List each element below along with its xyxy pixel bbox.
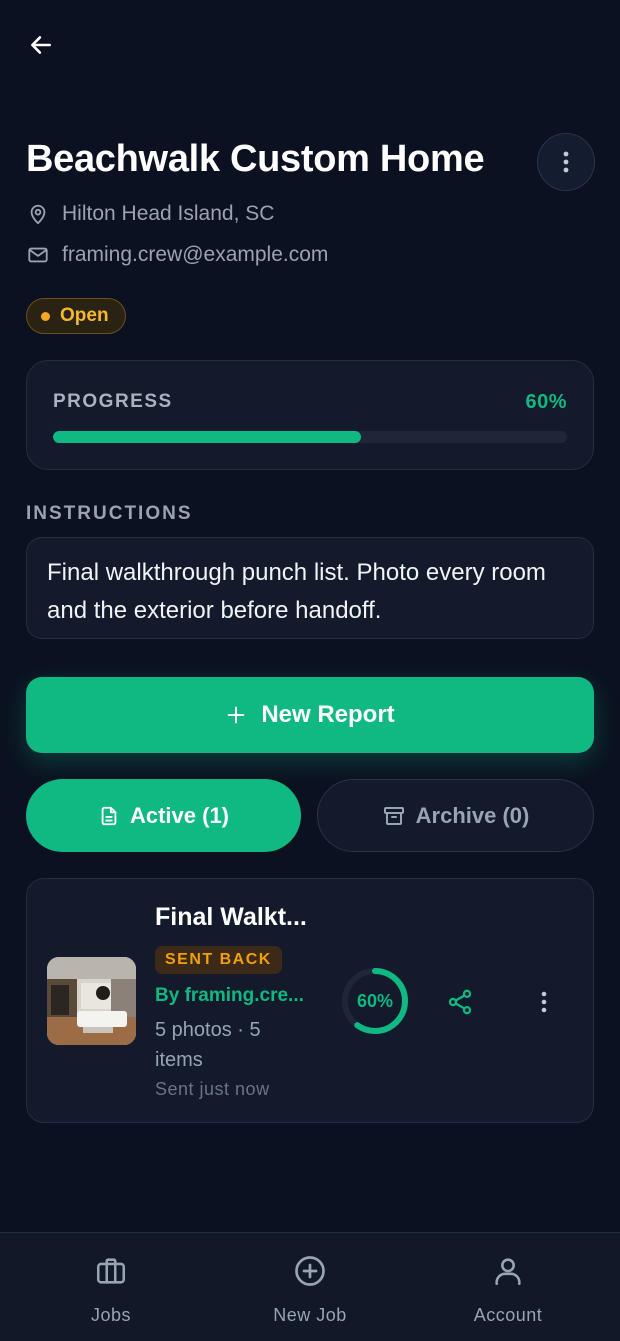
- arrow-left-icon: [31, 36, 51, 54]
- report-status-badge: SENT BACK: [155, 946, 282, 974]
- nav-item-jobs[interactable]: Jobs: [41, 1251, 181, 1331]
- tab-active-label: Active (1): [129, 802, 230, 828]
- tab-active[interactable]: Active (1): [26, 779, 301, 852]
- back-button[interactable]: [24, 28, 58, 62]
- job-status-badge: Open: [26, 298, 126, 334]
- report-timestamp: Sent just now: [155, 1079, 270, 1099]
- plus-icon: [227, 706, 245, 724]
- plus-circle-icon: [290, 1251, 330, 1291]
- new-report-button[interactable]: New Report: [26, 677, 594, 753]
- job-detail-screen: Beachwalk Custom Home Hilton Head Island…: [0, 0, 620, 1341]
- briefcase-icon: [91, 1251, 131, 1291]
- location-text: Hilton Head Island, SC: [62, 202, 275, 225]
- room-photo-image: [47, 957, 136, 1045]
- tab-archive[interactable]: Archive (0): [317, 779, 594, 852]
- more-vertical-icon: [563, 151, 569, 173]
- instructions-label: INSTRUCTIONS: [26, 503, 193, 524]
- nav-item-new-job[interactable]: New Job: [240, 1251, 380, 1331]
- nav-label-jobs: Jobs: [90, 1305, 132, 1325]
- page-title: Beachwalk Custom Home: [26, 138, 485, 180]
- report-progress-ring: 60%: [340, 966, 410, 1036]
- document-icon: [101, 806, 117, 825]
- tab-archive-label: Archive (0): [415, 802, 530, 828]
- progress-value: 60%: [525, 391, 567, 413]
- report-progress-value: 60%: [356, 990, 394, 1011]
- email-text[interactable]: framing.crew@example.com: [62, 243, 328, 267]
- more-vertical-icon: [541, 991, 547, 1013]
- report-thumbnail[interactable]: [47, 957, 136, 1045]
- location-row: Hilton Head Island, SC: [26, 202, 274, 226]
- status-dot: [41, 311, 50, 321]
- progress-bar-fill: [53, 431, 362, 443]
- progress-label: PROGRESS: [53, 391, 173, 412]
- job-more-button[interactable]: [537, 133, 595, 191]
- nav-label-account: Account: [473, 1305, 543, 1325]
- report-counts: 5 photos · 5 items: [155, 1019, 261, 1071]
- email-row: framing.crew@example.com: [26, 243, 328, 267]
- new-report-label: New Report: [261, 701, 395, 728]
- archive-icon: [383, 806, 404, 825]
- report-card[interactable]: Final Walkt... SENT BACK By framing.cre.…: [26, 878, 594, 1123]
- status-label: Open: [60, 305, 109, 326]
- report-title: Final Walkt...: [155, 903, 307, 931]
- map-pin-icon: [26, 202, 50, 226]
- nav-item-account[interactable]: Account: [438, 1251, 578, 1331]
- nav-label-new-job: New Job: [273, 1305, 347, 1325]
- share-button[interactable]: [443, 985, 477, 1019]
- bottom-navigation: Jobs New Job Account: [0, 1232, 620, 1341]
- instructions-text: Final walkthrough punch list. Photo ever…: [26, 537, 594, 639]
- user-icon: [488, 1251, 528, 1291]
- share-icon: [448, 989, 472, 1015]
- report-author: By framing.cre...: [155, 985, 304, 1006]
- progress-bar: [53, 431, 567, 443]
- progress-card: PROGRESS 60%: [26, 360, 594, 470]
- report-more-button[interactable]: [527, 985, 561, 1019]
- mail-icon: [26, 243, 50, 267]
